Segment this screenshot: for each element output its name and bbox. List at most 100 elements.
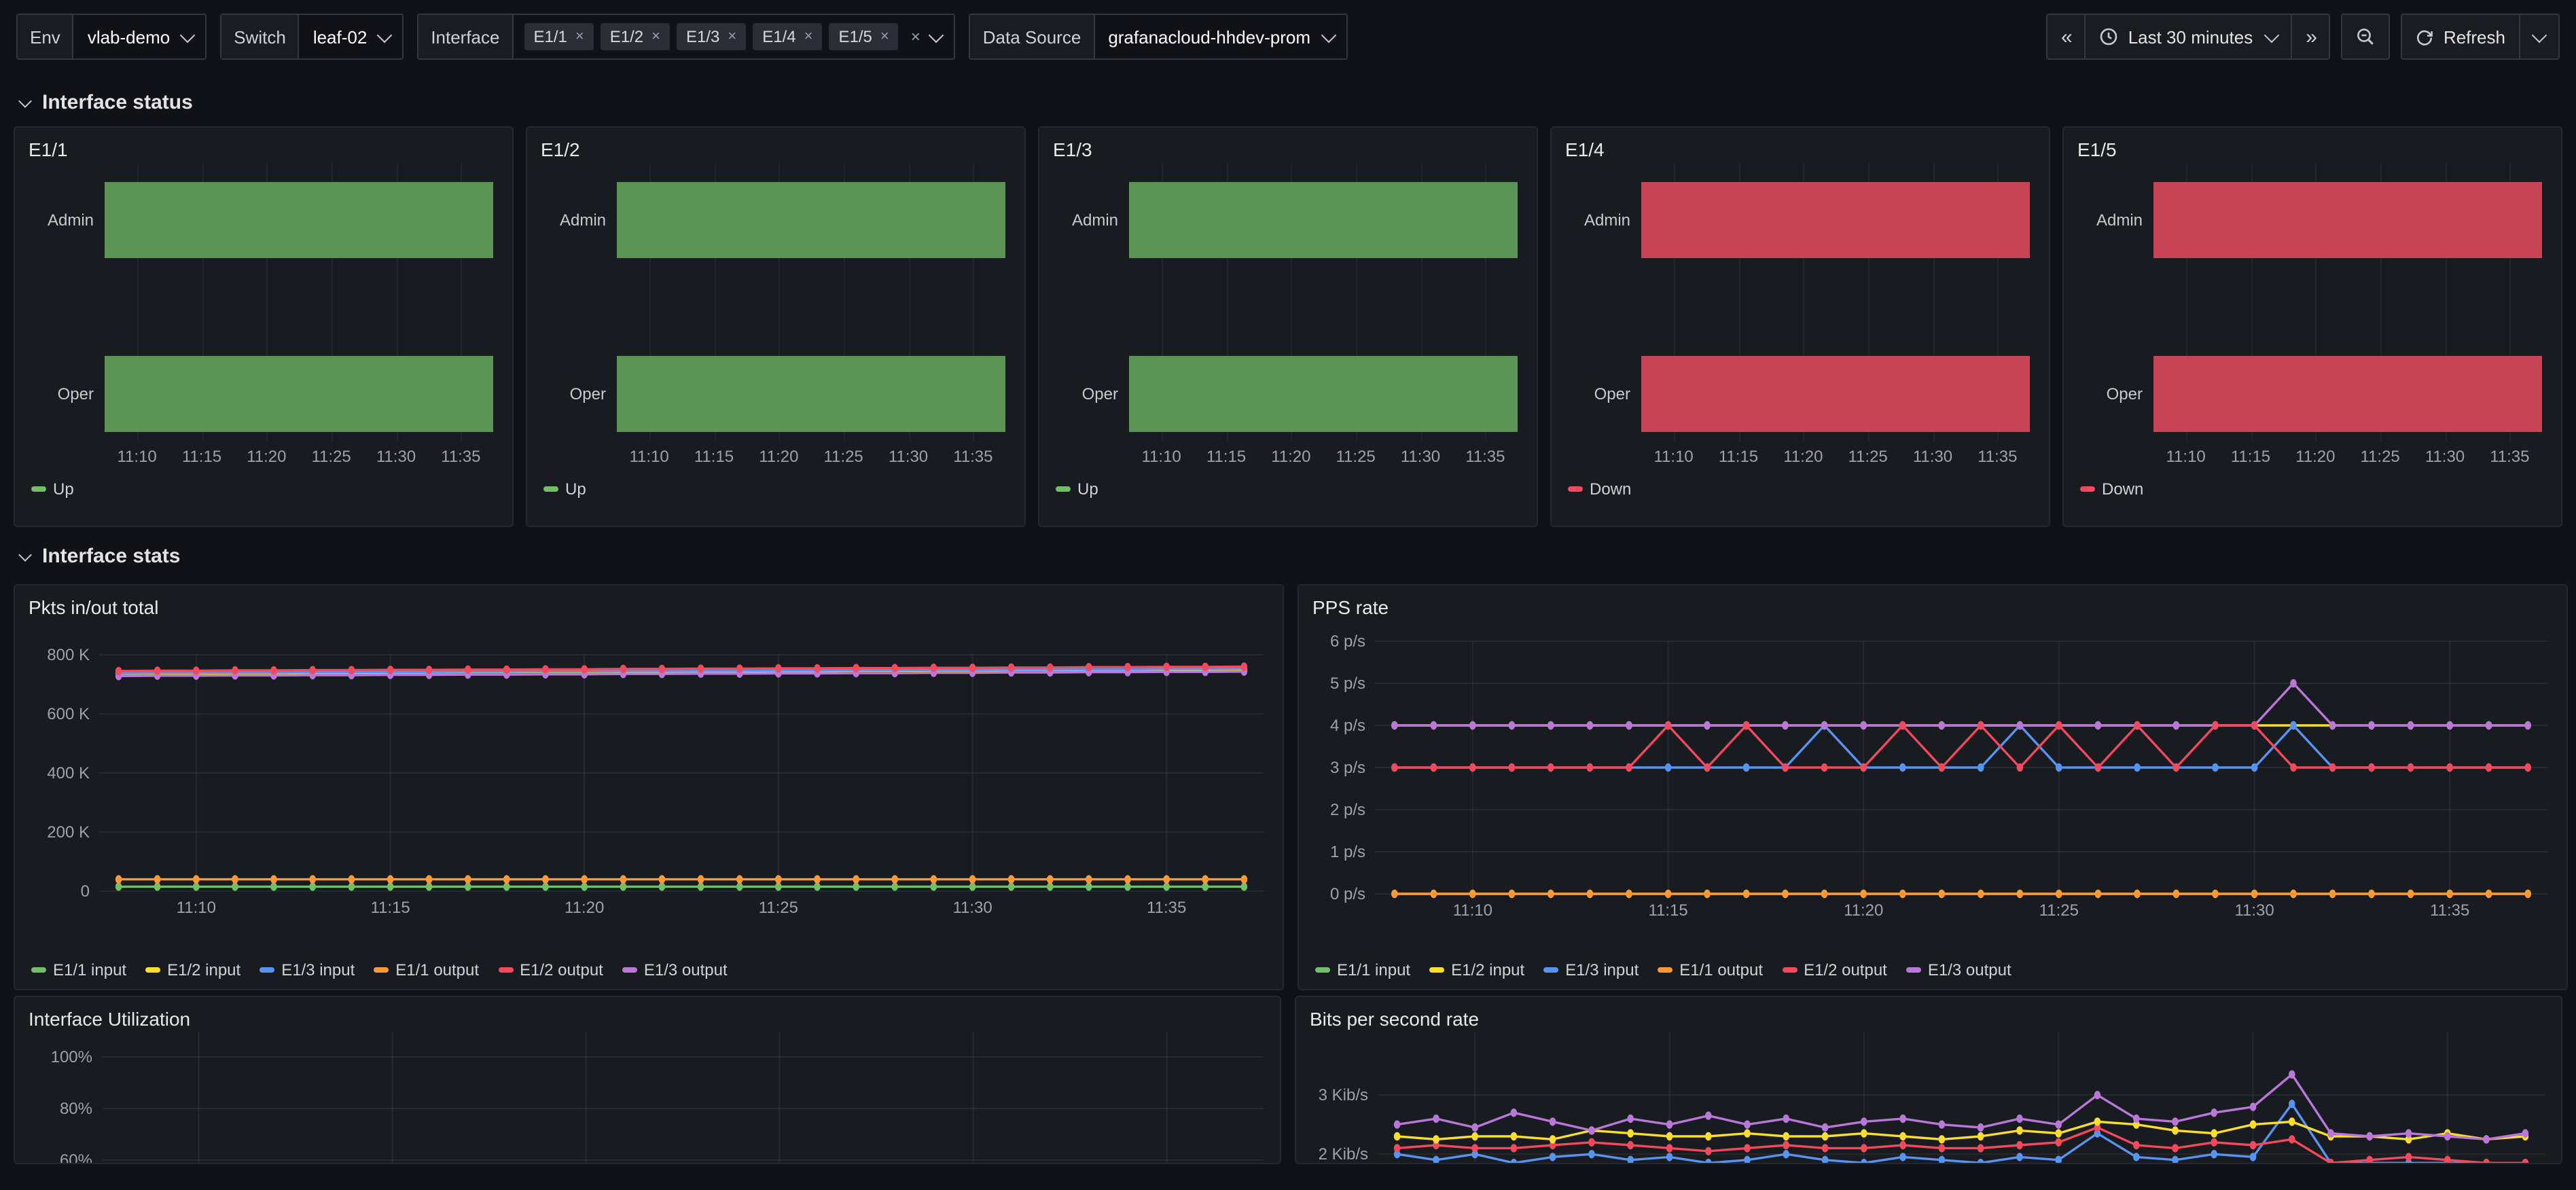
datasource-value[interactable]: grafanacloud-hhdev-prom bbox=[1094, 26, 1319, 47]
x-tick-label: 11:30 bbox=[1401, 447, 1440, 466]
refresh-icon bbox=[2416, 28, 2434, 46]
grafana-dashboard: Env vlab-demo Switch leaf-02 Interface E… bbox=[0, 0, 2576, 1190]
refresh-interval-button[interactable] bbox=[2519, 15, 2558, 58]
remove-chip-icon[interactable]: × bbox=[804, 29, 813, 45]
refresh-label: Refresh bbox=[2444, 26, 2505, 47]
panel-title[interactable]: Pkts in/out total bbox=[29, 594, 1269, 621]
panel-title[interactable]: E1/5 bbox=[2077, 136, 2547, 163]
datasource-label: Data Source bbox=[971, 15, 1095, 58]
utilization-chart[interactable]: 100%80%60% bbox=[29, 1032, 1269, 1164]
legend-item[interactable]: E1/3 output bbox=[1906, 960, 2011, 979]
remove-chip-icon[interactable]: × bbox=[880, 29, 889, 45]
legend-swatch-icon bbox=[1658, 967, 1672, 973]
panel-legend: E1/1 input E1/2 input E1/3 input E1/1 outpu… bbox=[1312, 959, 2553, 981]
time-shift-forward-button[interactable]: » bbox=[2291, 15, 2329, 58]
admin-state-bar bbox=[105, 182, 493, 258]
x-tick-label: 11:30 bbox=[376, 447, 416, 466]
legend-item[interactable]: Up bbox=[1056, 480, 1098, 499]
legend-item[interactable]: E1/1 input bbox=[31, 960, 126, 979]
svg-text:80%: 80% bbox=[60, 1100, 92, 1118]
row-label-oper: Oper bbox=[29, 384, 94, 403]
legend-item[interactable]: Down bbox=[2080, 480, 2143, 499]
interface-variable-select[interactable]: Interface E1/1× E1/2× E1/3× E1/4× E1/5× × bbox=[417, 14, 955, 60]
svg-text:100%: 100% bbox=[51, 1048, 92, 1066]
svg-text:400 K: 400 K bbox=[47, 764, 90, 782]
bits-chart[interactable]: 3 Kib/s2 Kib/s bbox=[1310, 1032, 2550, 1164]
panel-title[interactable]: Bits per second rate bbox=[1310, 1005, 2547, 1032]
interface-chip[interactable]: E1/2× bbox=[601, 23, 670, 50]
legend-item[interactable]: Down bbox=[1568, 480, 1631, 499]
row-label-oper: Oper bbox=[1565, 384, 1630, 403]
legend-item[interactable]: E1/3 input bbox=[260, 960, 355, 979]
interface-chip[interactable]: E1/1× bbox=[524, 23, 594, 50]
panel-title[interactable]: E1/4 bbox=[1565, 136, 2035, 163]
panel-title[interactable]: E1/1 bbox=[29, 136, 499, 163]
section-interface-stats[interactable]: Interface stats bbox=[20, 545, 2576, 568]
legend-item[interactable]: E1/3 output bbox=[622, 960, 728, 979]
x-tick-label: 11:10 bbox=[1141, 447, 1181, 466]
env-variable-select[interactable]: Env vlab-demo bbox=[16, 14, 207, 60]
remove-chip-icon[interactable]: × bbox=[728, 29, 736, 45]
legend-item[interactable]: E1/2 output bbox=[498, 960, 603, 979]
x-tick-label: 11:15 bbox=[694, 447, 734, 466]
x-tick-label: 11:15 bbox=[1719, 447, 1758, 466]
interface-chip[interactable]: E1/5× bbox=[829, 23, 899, 50]
switch-variable-select[interactable]: Switch leaf-02 bbox=[220, 14, 404, 60]
env-value[interactable]: vlab-demo bbox=[74, 26, 178, 47]
remove-chip-icon[interactable]: × bbox=[575, 29, 584, 45]
legend-item[interactable]: Up bbox=[31, 480, 74, 499]
panel-title[interactable]: E1/3 bbox=[1053, 136, 1523, 163]
datasource-variable-select[interactable]: Data Source grafanacloud-hhdev-prom bbox=[969, 14, 1347, 60]
time-shift-back-button[interactable]: « bbox=[2047, 15, 2085, 58]
legend-item[interactable]: E1/1 output bbox=[1658, 960, 1763, 979]
status-chart[interactable]: Admin Oper 11:1011:1511:2011:2511:3011:3… bbox=[541, 163, 1011, 473]
time-range-picker[interactable]: Last 30 minutes bbox=[2085, 15, 2291, 58]
interface-chip[interactable]: E1/3× bbox=[677, 23, 746, 50]
pkts-chart[interactable]: 800 K600 K400 K200 K011:1011:1511:2011:2… bbox=[29, 621, 1269, 947]
clear-all-icon[interactable]: × bbox=[904, 27, 927, 46]
legend-swatch-icon bbox=[1782, 967, 1797, 973]
collapse-chevron-icon bbox=[18, 94, 32, 108]
legend-item[interactable]: E1/1 output bbox=[374, 960, 479, 979]
legend-item[interactable]: E1/2 input bbox=[145, 960, 240, 979]
svg-text:11:30: 11:30 bbox=[952, 899, 992, 917]
legend-item[interactable]: E1/3 input bbox=[1543, 960, 1639, 979]
legend-swatch-icon bbox=[1315, 967, 1330, 973]
section-interface-status[interactable]: Interface status bbox=[20, 91, 2576, 114]
status-chart[interactable]: Admin Oper 11:1011:1511:2011:2511:3011:3… bbox=[1053, 163, 1523, 473]
svg-text:3 p/s: 3 p/s bbox=[1330, 759, 1365, 777]
panel-title[interactable]: E1/2 bbox=[541, 136, 1011, 163]
svg-text:6 p/s: 6 p/s bbox=[1330, 632, 1365, 651]
pps-chart[interactable]: 6 p/s5 p/s4 p/s3 p/s2 p/s1 p/s0 p/s11:10… bbox=[1312, 621, 2553, 947]
legend-swatch-icon bbox=[1543, 967, 1558, 973]
legend-item[interactable]: E1/2 input bbox=[1429, 960, 1524, 979]
row-label-admin: Admin bbox=[1565, 211, 1630, 230]
x-tick-label: 11:25 bbox=[2360, 447, 2399, 466]
legend-swatch-icon bbox=[1056, 486, 1071, 492]
interface-chip[interactable]: E1/4× bbox=[753, 23, 822, 50]
panel-legend: Up bbox=[541, 478, 1011, 500]
legend-item[interactable]: E1/1 input bbox=[1315, 960, 1410, 979]
row-label-oper: Oper bbox=[2077, 384, 2143, 403]
panel-legend: Up bbox=[1053, 478, 1523, 500]
x-tick-label: 11:15 bbox=[2231, 447, 2270, 466]
status-chart[interactable]: Admin Oper 11:1011:1511:2011:2511:3011:3… bbox=[2077, 163, 2547, 473]
refresh-button[interactable]: Refresh bbox=[2403, 15, 2519, 58]
time-range-value: Last 30 minutes bbox=[2128, 26, 2253, 47]
legend-item[interactable]: Up bbox=[543, 480, 586, 499]
interface-label: Interface bbox=[418, 15, 513, 58]
panel-title[interactable]: Interface Utilization bbox=[29, 1005, 1266, 1032]
status-chart[interactable]: Admin Oper 11:1011:1511:2011:2511:3011:3… bbox=[1565, 163, 2035, 473]
switch-value[interactable]: leaf-02 bbox=[300, 26, 376, 47]
status-chart[interactable]: Admin Oper 11:1011:1511:2011:2511:3011:3… bbox=[29, 163, 499, 473]
legend-swatch-icon bbox=[622, 967, 637, 973]
x-tick-label: 11:20 bbox=[1271, 447, 1310, 466]
x-tick-label: 11:25 bbox=[311, 447, 351, 466]
remove-chip-icon[interactable]: × bbox=[651, 29, 660, 45]
zoom-out-button[interactable] bbox=[2343, 15, 2389, 58]
legend-item[interactable]: E1/2 output bbox=[1782, 960, 1887, 979]
svg-text:11:20: 11:20 bbox=[565, 899, 604, 917]
bottom-panel-row: Interface Utilization 100%80%60% Bits pe… bbox=[14, 996, 2562, 1164]
panel-e1-3-status: E1/3 Admin Oper 11:1011:1511:2011:2511:3… bbox=[1038, 126, 1538, 527]
panel-title[interactable]: PPS rate bbox=[1312, 594, 2553, 621]
